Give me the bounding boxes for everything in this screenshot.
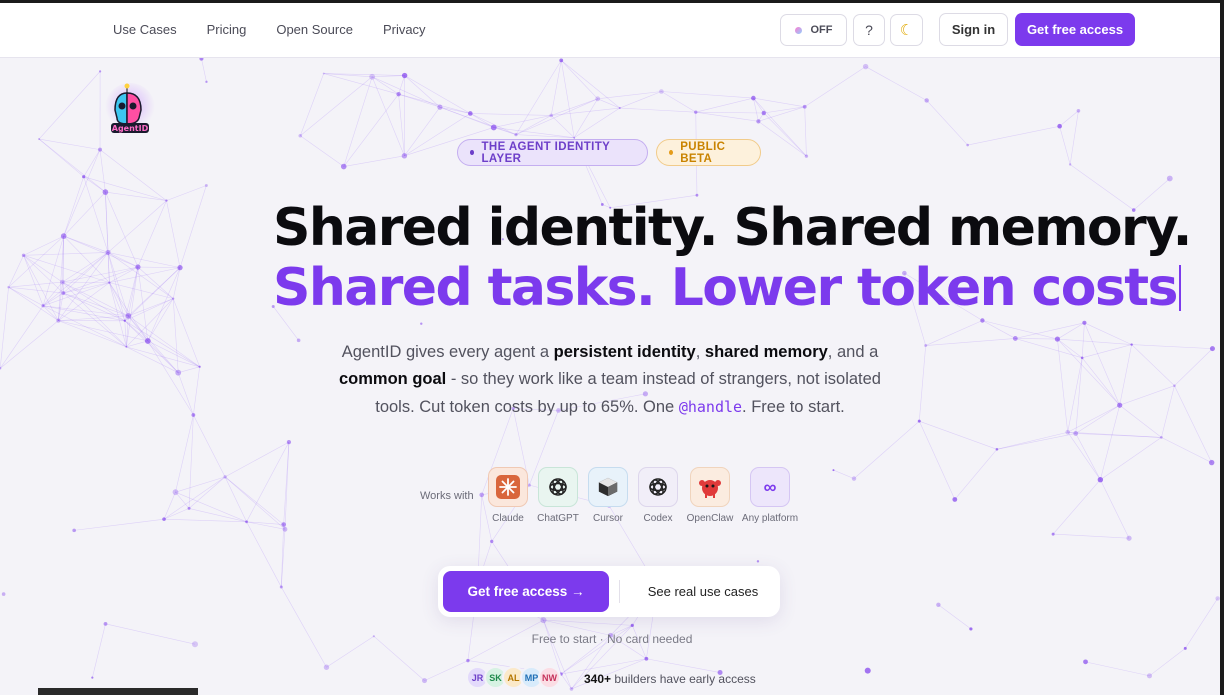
lead-text: . Free to start. [742, 397, 845, 416]
see-use-cases-button[interactable]: See real use cases [630, 571, 776, 612]
builder-avatars: JR SK AL MP NW [466, 666, 561, 689]
badge-dot-icon [669, 150, 674, 155]
lead-text: , [695, 343, 705, 361]
nav-open-source[interactable]: Open Source [276, 22, 353, 37]
cursor-icon [588, 467, 628, 507]
hero-description: AgentID gives every agent a persistent i… [338, 339, 882, 421]
logo-mascot-icon: AgentID [105, 83, 155, 133]
window-top-border [0, 0, 1224, 3]
tool-name: Codex [643, 513, 673, 524]
hero-headline-line2-text: Shared tasks. Lower token costs [273, 258, 1178, 318]
top-navigation-bar: Use Cases Pricing Open Source Privacy OF… [0, 0, 1224, 58]
tool-openclaw[interactable]: OpenClaw [680, 467, 740, 524]
get-free-access-button[interactable]: Get free access [1015, 13, 1135, 46]
claude-icon [488, 467, 528, 507]
public-beta-badge: PUBLIC BETA [656, 139, 761, 166]
badge-label: THE AGENT IDENTITY LAYER [481, 140, 611, 165]
agentid-logo[interactable]: AgentID [105, 80, 155, 140]
svg-text:AgentID: AgentID [112, 124, 149, 133]
builders-count-text: 340+ builders have early access [584, 672, 756, 686]
mode-toggle-button[interactable]: OFF [780, 14, 847, 46]
get-free-access-cta-button[interactable]: Get free access → [443, 571, 609, 612]
openclaw-icon [690, 467, 730, 507]
nav-pricing[interactable]: Pricing [207, 22, 247, 37]
works-with-label: Works with [420, 490, 474, 502]
infinity-icon: ∞ [750, 467, 790, 507]
builders-text: builders have early access [611, 672, 756, 686]
avatar: NW [538, 666, 561, 689]
window-right-border [1220, 0, 1224, 695]
lead-bold-shared-memory: shared memory [704, 343, 828, 361]
toggle-dot-icon [794, 26, 802, 34]
nav-use-cases[interactable]: Use Cases [113, 22, 177, 37]
hero-headline-line2: Shared tasks. Lower token costs [273, 257, 1181, 319]
typing-cursor [1178, 265, 1181, 311]
badge-label: PUBLIC BETA [680, 140, 726, 165]
tool-codex[interactable]: Codex [628, 467, 688, 524]
main-nav: Use Cases Pricing Open Source Privacy [113, 22, 426, 37]
bottom-progress-strip [38, 688, 198, 695]
badge-dot-icon [470, 150, 475, 155]
tool-any-platform[interactable]: ∞ Any platform [740, 467, 800, 524]
agent-identity-layer-badge: THE AGENT IDENTITY LAYER [457, 139, 648, 166]
cta-note: Free to start · No card needed [531, 632, 693, 646]
cta-divider [619, 580, 620, 603]
chatgpt-icon [538, 467, 578, 507]
lead-handle-code: @handle [678, 397, 743, 416]
lead-text: , and a [827, 343, 879, 361]
lead-bold-persistent-identity: persistent identity [553, 343, 696, 361]
hero-section: AgentID THE AGENT IDENTITY LAYER PUBLIC … [0, 0, 1224, 695]
nav-privacy[interactable]: Privacy [383, 22, 426, 37]
codex-icon [638, 467, 678, 507]
help-button[interactable]: ? [853, 14, 885, 46]
hero-headline-line1: Shared identity. Shared memory. [273, 198, 1192, 258]
builders-count: 340+ [584, 672, 612, 686]
tool-name: Any platform [741, 513, 799, 524]
sign-in-button[interactable]: Sign in [939, 13, 1008, 46]
lead-bold-common-goal: common goal [339, 370, 447, 389]
theme-toggle-button[interactable]: ☾ [890, 14, 923, 46]
tool-name: OpenClaw [686, 513, 734, 524]
moon-icon: ☾ [899, 22, 914, 39]
help-label: ? [865, 22, 873, 38]
toggle-label: OFF [810, 24, 833, 36]
lead-text: AgentID gives every agent a [341, 343, 554, 361]
